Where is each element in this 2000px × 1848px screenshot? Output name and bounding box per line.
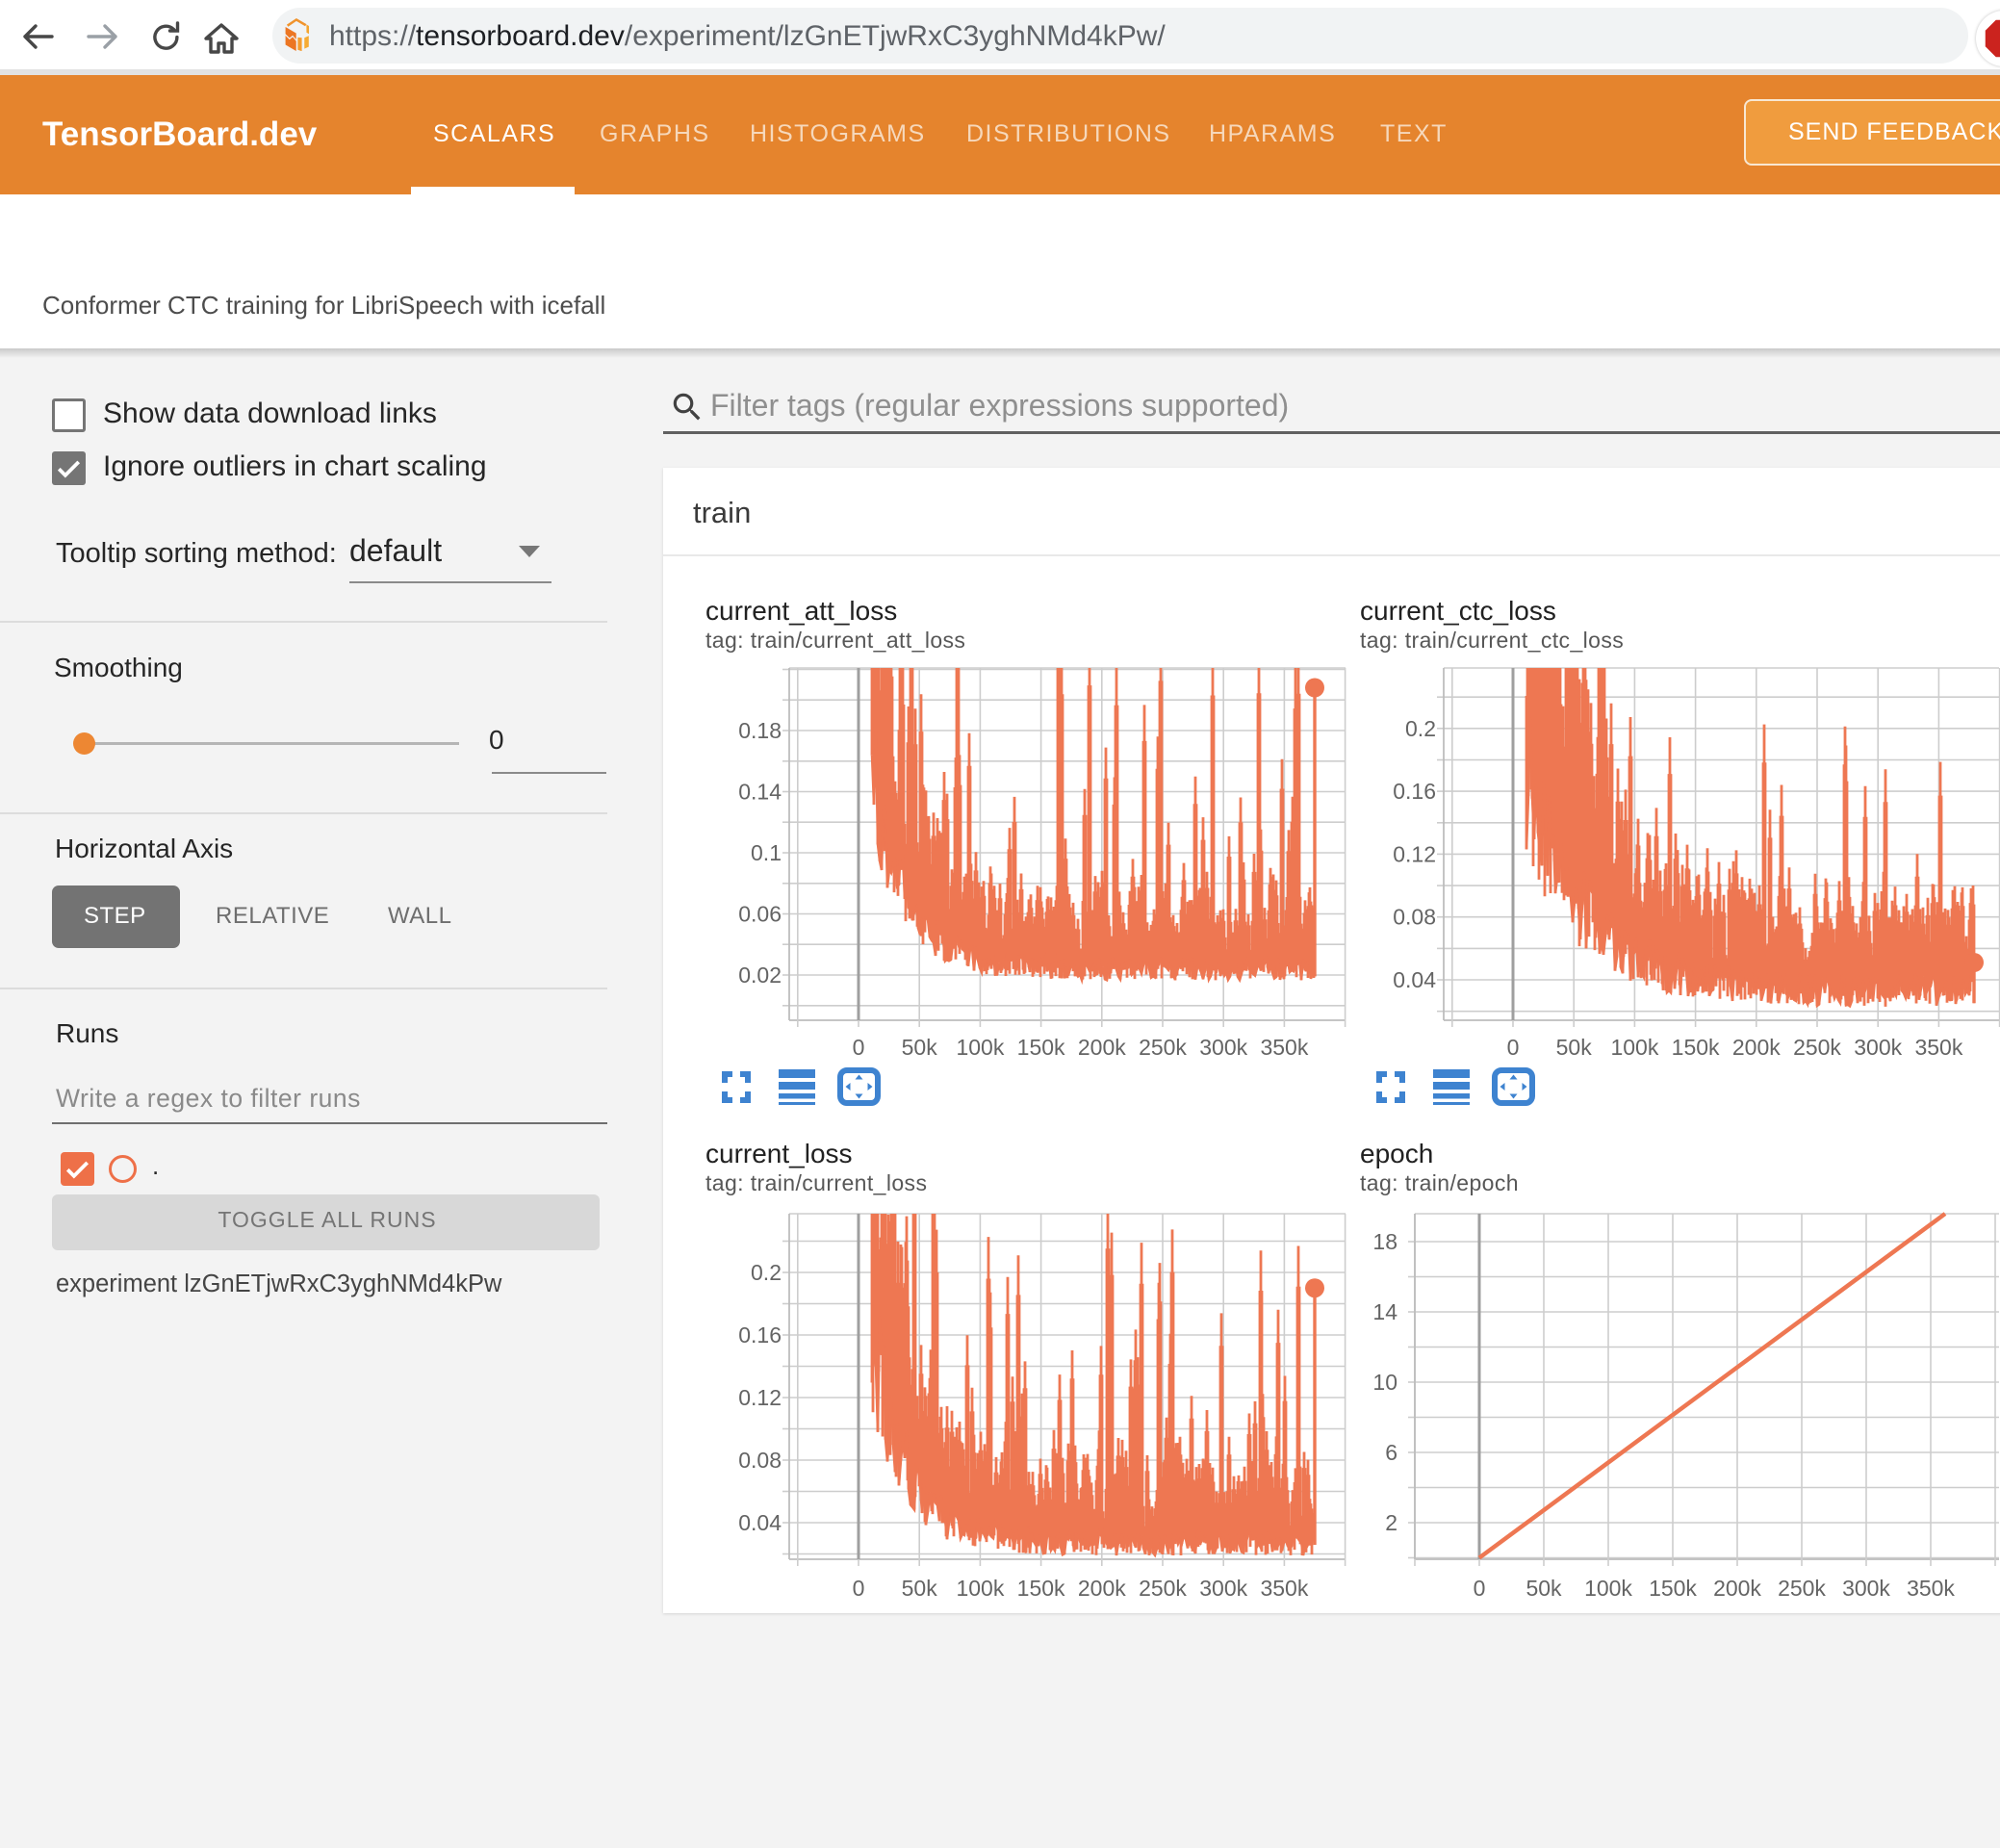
svg-text:150k: 150k (1672, 1035, 1720, 1060)
svg-text:100k: 100k (1610, 1035, 1658, 1060)
svg-text:350k: 350k (1914, 1035, 1962, 1060)
svg-text:0.1: 0.1 (751, 840, 782, 865)
svg-text:0.2: 0.2 (751, 1260, 782, 1285)
svg-text:250k: 250k (1139, 1576, 1187, 1601)
svg-text:0.06: 0.06 (738, 902, 782, 927)
svg-text:100k: 100k (956, 1576, 1004, 1601)
svg-text:100k: 100k (956, 1035, 1004, 1060)
svg-text:200k: 200k (1732, 1035, 1781, 1060)
svg-text:0.16: 0.16 (1393, 779, 1436, 804)
svg-text:50k: 50k (902, 1576, 938, 1601)
svg-text:350k: 350k (1907, 1576, 1955, 1601)
svg-text:350k: 350k (1260, 1576, 1308, 1601)
svg-text:0: 0 (853, 1576, 865, 1601)
svg-text:0.12: 0.12 (1393, 841, 1436, 866)
svg-text:150k: 150k (1017, 1035, 1065, 1060)
svg-text:300k: 300k (1199, 1035, 1247, 1060)
svg-text:0.14: 0.14 (738, 780, 782, 805)
svg-text:14: 14 (1372, 1299, 1397, 1324)
svg-text:350k: 350k (1260, 1035, 1308, 1060)
svg-text:250k: 250k (1793, 1035, 1841, 1060)
svg-text:0.16: 0.16 (738, 1322, 782, 1348)
svg-text:150k: 150k (1017, 1576, 1065, 1601)
svg-text:0.2: 0.2 (1405, 716, 1436, 741)
svg-text:150k: 150k (1649, 1576, 1697, 1601)
svg-text:0.18: 0.18 (738, 718, 782, 743)
svg-text:50k: 50k (1526, 1576, 1562, 1601)
svg-text:300k: 300k (1199, 1576, 1247, 1601)
svg-text:18: 18 (1372, 1229, 1397, 1254)
svg-text:200k: 200k (1078, 1576, 1126, 1601)
svg-text:6: 6 (1385, 1440, 1397, 1465)
svg-text:10: 10 (1372, 1370, 1397, 1395)
svg-text:300k: 300k (1842, 1576, 1890, 1601)
svg-text:2: 2 (1385, 1510, 1397, 1535)
svg-text:0: 0 (853, 1035, 865, 1060)
svg-text:250k: 250k (1778, 1576, 1826, 1601)
svg-text:0: 0 (1507, 1035, 1520, 1060)
svg-text:250k: 250k (1139, 1035, 1187, 1060)
svg-text:0.04: 0.04 (738, 1510, 782, 1535)
svg-text:0.02: 0.02 (738, 962, 782, 988)
svg-text:0.04: 0.04 (1393, 967, 1436, 992)
svg-text:200k: 200k (1713, 1576, 1761, 1601)
svg-text:300k: 300k (1854, 1035, 1902, 1060)
svg-text:0.08: 0.08 (738, 1448, 782, 1473)
svg-text:100k: 100k (1584, 1576, 1632, 1601)
svg-text:50k: 50k (902, 1035, 938, 1060)
svg-text:0.08: 0.08 (1393, 905, 1436, 930)
svg-text:0.12: 0.12 (738, 1385, 782, 1410)
svg-text:200k: 200k (1078, 1035, 1126, 1060)
svg-text:50k: 50k (1556, 1035, 1593, 1060)
svg-text:0: 0 (1474, 1576, 1486, 1601)
